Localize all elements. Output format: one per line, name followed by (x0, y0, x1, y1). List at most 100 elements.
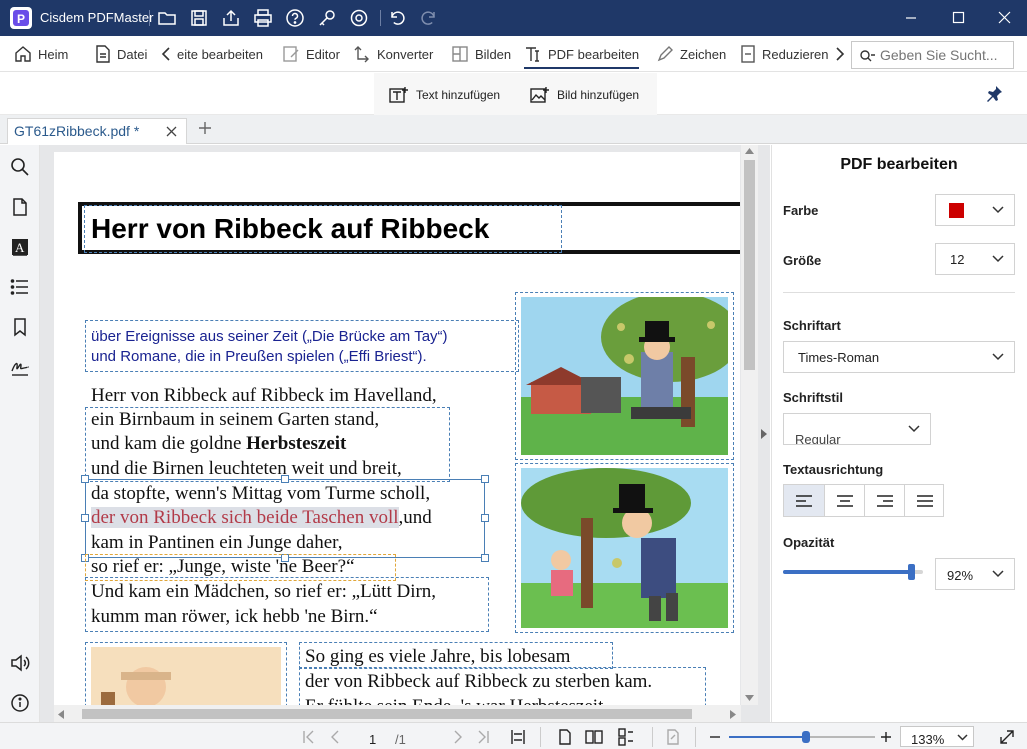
zoom-dropdown[interactable]: 133% (900, 726, 974, 747)
add-image-button[interactable]: Bild hinzufügen (530, 85, 639, 105)
menu-converter[interactable]: Konverter (353, 36, 433, 72)
vertical-scroll-thumb[interactable] (744, 160, 755, 370)
menu-sign-label: Zeichen (680, 46, 727, 62)
next-page-icon[interactable] (448, 728, 466, 746)
poem-line[interactable]: Er fühlte sein Ende. 's war Herbsteszeit… (305, 696, 608, 705)
zoom-slider-thumb[interactable] (802, 731, 811, 743)
add-text-button[interactable]: Text hinzufügen (389, 85, 500, 105)
maximize-button[interactable] (935, 0, 981, 36)
print-icon[interactable] (253, 8, 273, 28)
intro-text-box[interactable]: über Ereignisse aus seiner Zeit („Die Br… (85, 320, 519, 372)
resize-handle[interactable] (481, 554, 489, 562)
menu-images[interactable]: Bilden (451, 36, 511, 72)
resize-handle[interactable] (281, 475, 289, 483)
poem-line[interactable]: und kam die goldne Herbsteszeit (91, 433, 346, 455)
new-tab-button[interactable] (198, 121, 212, 135)
zoom-slider-track[interactable] (729, 731, 875, 743)
search-input[interactable] (880, 46, 1010, 64)
menu-edit-page[interactable]: eite bearbeiten (161, 36, 263, 72)
fullscreen-icon[interactable] (998, 728, 1016, 746)
close-tab-icon[interactable] (166, 126, 177, 137)
font-icon[interactable]: A (10, 237, 30, 257)
search-icon[interactable] (10, 157, 30, 177)
align-left-button[interactable] (784, 485, 824, 516)
menu-sign[interactable]: Zeichen (656, 36, 726, 72)
horizontal-scroll-thumb[interactable] (82, 709, 692, 719)
resize-handle[interactable] (481, 475, 489, 483)
poem-line[interactable]: so rief er: „Junge, wiste 'ne Beer?“ (91, 556, 355, 578)
signature-icon[interactable] (10, 357, 30, 377)
fit-width-icon[interactable] (509, 728, 527, 746)
color-dropdown[interactable]: #cc0000 (935, 194, 1015, 226)
menu-edit-pdf[interactable]: PDF bearbeiten (524, 36, 640, 72)
page-icon[interactable] (10, 197, 30, 217)
pdf-page: Herr von Ribbeck auf Ribbeck über Ereign… (54, 152, 740, 705)
heading-text-box[interactable]: Herr von Ribbeck auf Ribbeck (84, 205, 562, 253)
document-tab[interactable]: GT61zRibbeck.pdf * (7, 118, 187, 144)
last-page-icon[interactable] (474, 728, 492, 746)
redo-icon[interactable] (419, 8, 439, 28)
resize-handle[interactable] (81, 475, 89, 483)
poem-line[interactable]: Herr von Ribbeck auf Ribbeck im Havellan… (91, 385, 437, 407)
single-page-icon[interactable] (556, 728, 574, 746)
chevron-right-icon[interactable] (835, 47, 845, 61)
search-box[interactable] (851, 41, 1014, 69)
left-sidebar: A (0, 145, 49, 722)
poem-line[interactable]: kumm man röwer, ick hebb 'ne Birn.“ (91, 606, 378, 628)
share-icon[interactable] (221, 8, 241, 28)
menu-home[interactable]: Heim (14, 36, 68, 72)
expand-right-panel-icon[interactable] (761, 429, 767, 439)
rotate-page-icon[interactable] (664, 728, 682, 746)
zoom-out-icon[interactable] (706, 728, 724, 746)
settings-icon[interactable] (349, 8, 369, 28)
zoom-in-icon[interactable] (877, 728, 895, 746)
image-frame-icon (452, 46, 468, 62)
vertical-scrollbar[interactable] (741, 145, 758, 705)
resize-handle[interactable] (81, 514, 89, 522)
poem-line[interactable]: der von Ribbeck auf Ribbeck zu sterben k… (305, 671, 652, 693)
poem-line[interactable]: und die Birnen leuchteten weit und breit… (91, 458, 402, 480)
poem-line[interactable]: ein Birnbaum in seinem Garten stand, (91, 409, 379, 431)
previous-page-icon[interactable] (327, 728, 345, 746)
opacity-dropdown[interactable]: 92% (935, 558, 1015, 590)
font-dropdown[interactable]: Times-Roman (783, 341, 1015, 373)
align-justify-button[interactable] (904, 485, 943, 516)
horizontal-scrollbar[interactable] (54, 705, 741, 722)
bookmark-icon[interactable] (10, 317, 30, 337)
poem-line[interactable]: So ging es viele Jahre, bis lobesam (305, 646, 570, 668)
list-icon[interactable] (10, 277, 30, 297)
continuous-page-icon[interactable] (617, 728, 635, 746)
menu-editor[interactable]: Editor (282, 36, 340, 72)
opacity-slider-track[interactable] (783, 564, 923, 580)
align-right-button[interactable] (864, 485, 904, 516)
image-box[interactable] (515, 463, 734, 633)
style-dropdown[interactable]: Regular (783, 413, 931, 445)
key-icon[interactable] (317, 8, 337, 28)
poem-line[interactable]: Und kam ein Mädchen, so rief er: „Lütt D… (91, 581, 436, 603)
poem-line[interactable]: kam in Pantinen ein Junge daher, (91, 532, 342, 554)
two-page-icon[interactable] (585, 728, 603, 746)
help-icon[interactable] (285, 8, 305, 28)
info-icon[interactable] (10, 693, 30, 713)
pin-icon[interactable] (985, 85, 1003, 105)
opacity-slider-thumb[interactable] (907, 564, 915, 580)
menu-reduce[interactable]: Reduzieren (740, 36, 845, 72)
align-center-button[interactable] (824, 485, 864, 516)
open-folder-icon[interactable] (157, 8, 177, 28)
current-page-number[interactable]: 1 (369, 732, 376, 747)
image-box[interactable] (515, 292, 734, 460)
audio-icon[interactable] (10, 653, 30, 673)
highlighted-text[interactable]: der von Ribbeck sich beide Taschen voll (91, 507, 399, 528)
undo-icon[interactable] (387, 8, 407, 28)
align-right-icon (877, 495, 893, 507)
minimize-button[interactable] (888, 0, 934, 36)
save-icon[interactable] (189, 8, 209, 28)
poem-line[interactable]: da stopfte, wenn's Mittag vom Turme scho… (91, 483, 430, 505)
poem-line[interactable]: der von Ribbeck sich beide Taschen voll,… (91, 507, 432, 529)
resize-handle[interactable] (481, 514, 489, 522)
menu-file[interactable]: Datei (95, 36, 147, 72)
size-dropdown[interactable]: 12 (935, 243, 1015, 275)
first-page-icon[interactable] (300, 728, 318, 746)
image-box[interactable] (85, 642, 287, 705)
close-window-button[interactable] (981, 0, 1027, 36)
